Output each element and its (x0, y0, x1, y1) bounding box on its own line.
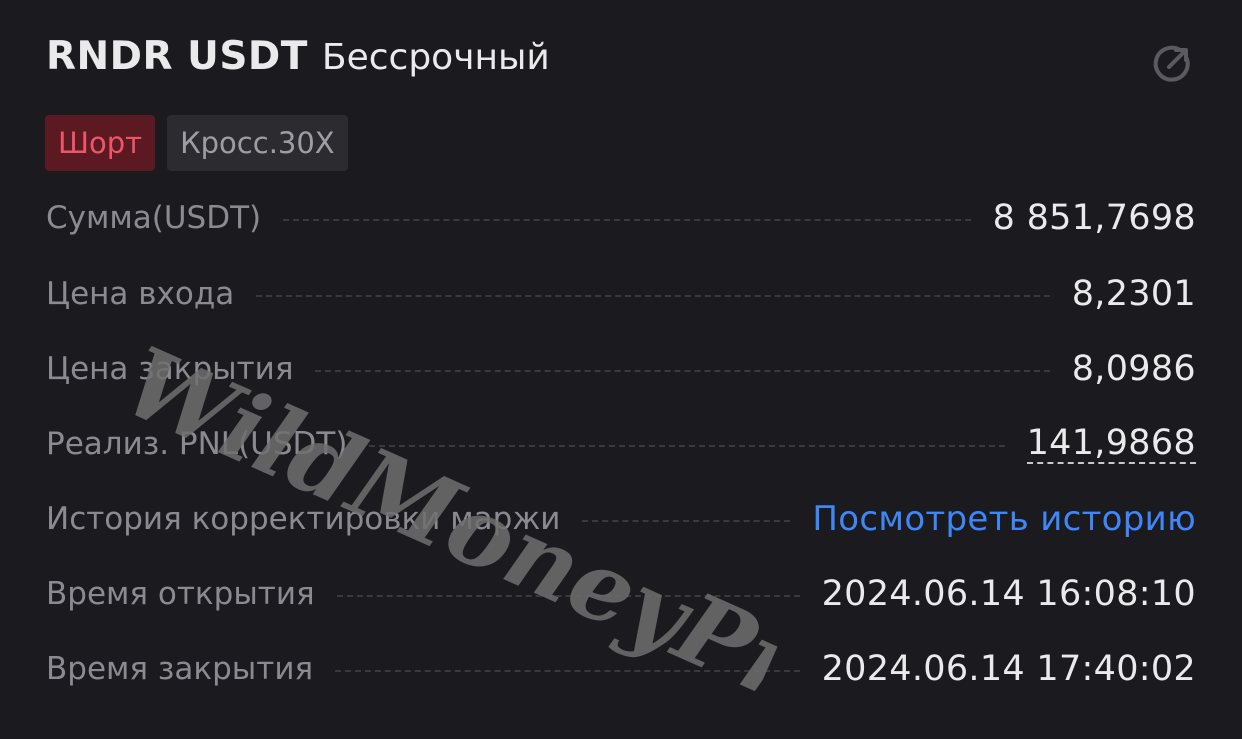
row-divider (369, 445, 1005, 447)
row-entry-price: Цена входа 8,2301 (46, 272, 1196, 316)
row-divider (315, 370, 1050, 372)
row-value: 2024.06.14 16:08:10 (821, 574, 1196, 614)
row-label: Время закрытия (46, 651, 314, 687)
header: RNDR USDT Бессрочный (46, 34, 550, 79)
row-value: 2024.06.14 17:40:02 (821, 649, 1196, 689)
row-value: 8,0986 (1071, 349, 1196, 389)
pnl-value[interactable]: 141,9868 (1026, 424, 1196, 464)
row-value: 8 851,7698 (992, 198, 1196, 238)
share-icon[interactable] (1150, 42, 1194, 86)
position-tags: Шорт Кросс.30X (45, 115, 360, 171)
row-value: 8,2301 (1071, 274, 1196, 314)
row-amount: Сумма(USDT) 8 851,7698 (46, 196, 1196, 240)
row-divider (582, 520, 791, 522)
row-label: Цена входа (46, 276, 235, 312)
side-badge: Шорт (45, 115, 156, 171)
margin-mode-badge: Кросс.30X (167, 115, 348, 171)
row-divider (256, 295, 1050, 297)
product-type: Бессрочный (321, 37, 550, 78)
row-label: Сумма(USDT) (46, 200, 262, 236)
row-divider (283, 219, 971, 221)
view-history-link[interactable]: Посмотреть историю (812, 499, 1196, 539)
symbol-title: RNDR USDT (46, 34, 308, 79)
row-label: Время открытия (46, 576, 315, 612)
